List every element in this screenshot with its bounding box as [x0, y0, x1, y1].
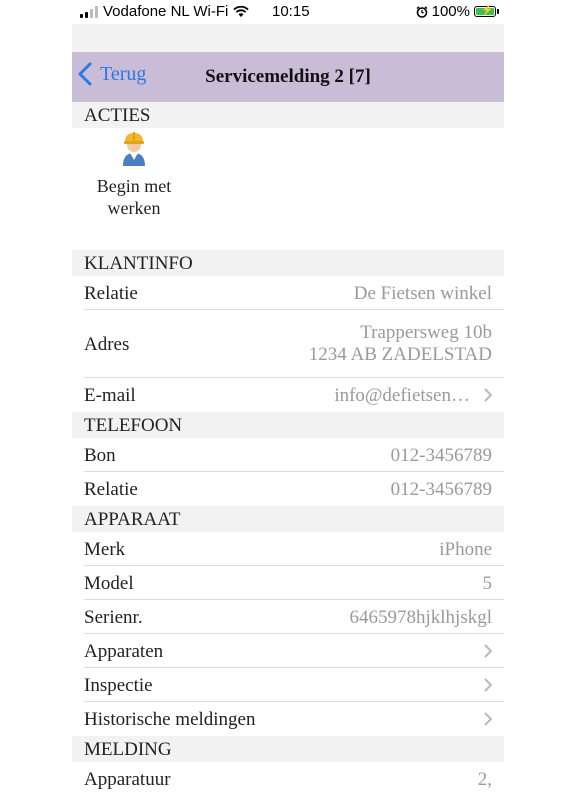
row-label: Relatie: [84, 479, 138, 500]
chevron-right-icon: [484, 678, 492, 692]
section-header-melding: MELDING: [72, 736, 504, 762]
battery-percent: 100%: [431, 3, 470, 20]
row-label: Adres: [84, 334, 130, 355]
status-left: Vodafone NL Wi-Fi: [80, 3, 249, 20]
row-value: De Fietsen winkel: [353, 283, 492, 304]
status-bar: Vodafone NL Wi-Fi 10:15 100% ⚡: [72, 0, 504, 24]
row-serienr: Serienr. 6465978hjklhjskgl: [72, 600, 504, 634]
row-value: iPhone: [439, 539, 492, 560]
row-label: Merk: [84, 539, 126, 560]
row-value: 5: [482, 573, 493, 594]
actions-panel: Begin met werken: [72, 128, 504, 250]
row-inspectie[interactable]: Inspectie: [72, 668, 504, 702]
row-value: 012-3456789: [390, 479, 492, 500]
row-value: 6465978hjklhjskgl: [349, 607, 492, 628]
row-label: Inspectie: [84, 675, 153, 696]
status-time: 10:15: [272, 3, 310, 20]
row-telefoon-relatie[interactable]: Relatie 012-3456789: [72, 472, 504, 506]
row-value: 012-3456789: [390, 445, 492, 466]
page-title: Servicemelding 2 [7]: [205, 66, 371, 87]
row-label: Bon: [84, 445, 116, 466]
row-email[interactable]: E-mail info@defietsen…: [72, 378, 504, 412]
row-apparaten[interactable]: Apparaten: [72, 634, 504, 668]
row-label: E-mail: [84, 385, 136, 406]
section-header-telefoon: TELEFOON: [72, 412, 504, 438]
wifi-icon: [233, 5, 249, 17]
top-spacer: [72, 24, 504, 52]
row-label: Relatie: [84, 283, 138, 304]
row-value: 2,: [477, 769, 492, 790]
address-line2: 1234 AB ZADELSTAD: [308, 344, 492, 365]
chevron-right-icon: [484, 388, 492, 402]
carrier-label: Vodafone NL Wi-Fi: [103, 3, 229, 20]
row-label: Serienr.: [84, 607, 143, 628]
row-relatie: Relatie De Fietsen winkel: [72, 276, 504, 310]
row-label: Historische meldingen: [84, 709, 256, 730]
row-apparatuur: Apparatuur 2,: [72, 762, 504, 796]
row-label: Apparaten: [84, 641, 164, 662]
address-line1: Trappersweg 10b: [360, 322, 492, 343]
alarm-icon: [416, 5, 428, 18]
row-value: info@defietsen…: [334, 385, 470, 406]
worker-icon: [123, 132, 145, 166]
row-value-address: Trappersweg 10b 1234 AB ZADELSTAD: [309, 322, 492, 366]
begin-work-button[interactable]: Begin met werken: [84, 130, 184, 219]
begin-work-label-line2: werken: [107, 198, 161, 218]
signal-icon: [80, 5, 98, 18]
begin-work-label-line1: Begin met: [96, 176, 172, 196]
status-right: 100% ⚡: [416, 3, 499, 20]
row-merk: Merk iPhone: [72, 532, 504, 566]
row-label: Apparatuur: [84, 769, 171, 790]
row-adres: Adres Trappersweg 10b 1234 AB ZADELSTAD: [72, 310, 504, 378]
section-header-apparaat: APPARAAT: [72, 506, 504, 532]
detail-list: ACTIES Begin met werken KLANTINFO Relati…: [72, 102, 504, 796]
row-model: Model 5: [72, 566, 504, 600]
chevron-right-icon: [484, 644, 492, 658]
row-historische-meldingen[interactable]: Historische meldingen: [72, 702, 504, 736]
row-bon[interactable]: Bon 012-3456789: [72, 438, 504, 472]
section-header-klantinfo: KLANTINFO: [72, 250, 504, 276]
row-label: Model: [84, 573, 134, 594]
chevron-right-icon: [484, 712, 492, 726]
section-header-acties: ACTIES: [72, 102, 504, 128]
navigation-bar: Terug Servicemelding 2 [7]: [72, 52, 504, 102]
battery-icon: ⚡: [474, 5, 499, 17]
